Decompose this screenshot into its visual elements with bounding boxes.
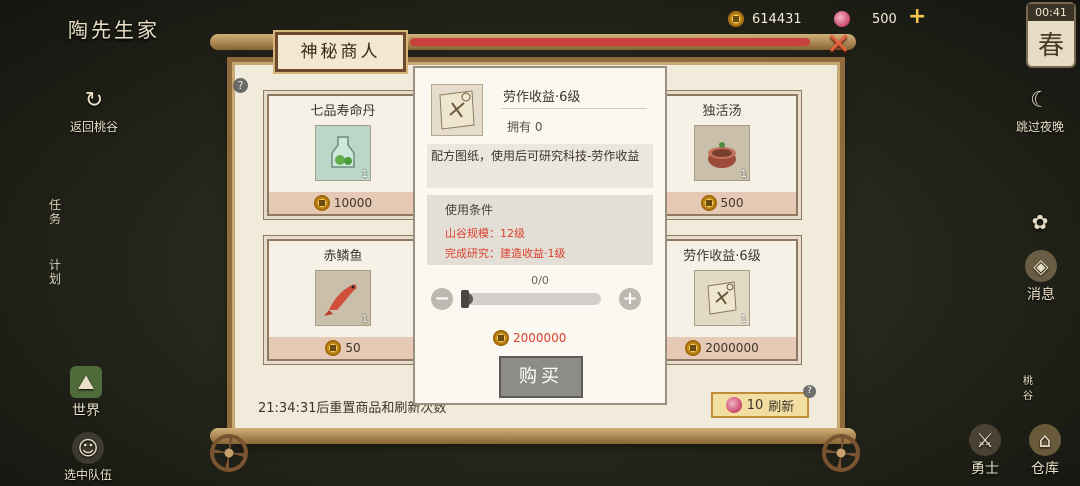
world-button[interactable]: ⛰ 世界 — [60, 366, 112, 420]
scroll-bottom-rod — [210, 428, 856, 444]
refresh-button[interactable]: 10 刷新 — [711, 392, 809, 418]
item-name: 独活汤 — [702, 104, 742, 119]
character-icon: ☺ — [72, 432, 104, 464]
help-icon[interactable]: ? — [233, 78, 248, 93]
blueprint-scroll-icon: 1 — [694, 270, 750, 326]
mountain-icon: ⛰ — [70, 366, 102, 398]
coin-icon — [728, 11, 744, 27]
refresh-info-icon[interactable]: ? — [803, 385, 816, 398]
hero-button[interactable]: ⚔ 勇士 — [960, 424, 1010, 478]
conditions-header: 使用条件 — [445, 203, 494, 217]
coin-icon — [685, 340, 702, 356]
season-clock[interactable]: 00:41 春 — [1026, 2, 1076, 68]
moon-icon: ☾ — [1030, 87, 1050, 113]
world-label: 世界 — [72, 403, 100, 419]
red-fish-icon: 1 — [315, 270, 371, 326]
close-icon[interactable]: ✕ — [826, 30, 851, 60]
warehouse-button[interactable]: ⌂ 仓库 — [1020, 424, 1070, 478]
peach-gem-icon — [834, 11, 850, 27]
price-value: 10000 — [333, 196, 373, 210]
herbal-soup-icon: 1 — [694, 125, 750, 181]
item-price: 500 — [648, 192, 796, 214]
item-quantity: 1 — [361, 314, 368, 325]
return-label: 返回桃谷 — [69, 120, 118, 134]
purchase-price: 2000000 — [493, 330, 566, 346]
gem-amount: 500 — [872, 11, 897, 27]
skip-night-label: 跳过夜晚 — [1015, 120, 1064, 134]
gold-display: 614431 — [728, 9, 802, 29]
shop-item-card[interactable]: 劳作收益·6级 1 2000000 — [646, 239, 798, 361]
item-name: 赤鳞鱼 — [323, 249, 363, 264]
player-name: 陶先生家 — [68, 18, 160, 42]
game-time: 00:41 — [1028, 4, 1074, 21]
price-value: 2000000 — [705, 341, 759, 355]
flower-icon: ✿ — [1031, 210, 1049, 234]
return-arrow-icon: ↻ — [84, 87, 104, 113]
season-label: 春 — [1037, 31, 1064, 61]
item-price: 50 — [269, 337, 417, 359]
popup-title: 劳作收益·6级 — [503, 90, 581, 105]
owned-count: 拥有 0 — [507, 120, 543, 134]
refresh-label: 刷新 — [768, 399, 795, 415]
price-value: 500 — [720, 196, 744, 210]
gem-display: 500 — [834, 9, 897, 29]
coin-icon — [325, 340, 342, 356]
hero-label: 勇士 — [971, 461, 999, 477]
peach-tab[interactable]: 桃谷 — [1020, 372, 1036, 402]
left-wheel-icon — [210, 434, 248, 472]
decrease-button[interactable]: − — [431, 288, 453, 310]
condition-research: 完成研究：建造收益·1级 — [445, 247, 566, 260]
item-quantity: 1 — [361, 169, 368, 180]
coin-icon — [493, 330, 509, 346]
shop-item-card[interactable]: 独活汤 1 500 — [646, 94, 798, 216]
item-quantity: 1 — [740, 169, 747, 180]
pill-bottle-icon: 1 — [315, 125, 371, 181]
slider-handle[interactable] — [461, 290, 469, 308]
right-wheel-icon — [822, 434, 860, 472]
hero-icon: ⚔ — [969, 424, 1001, 456]
item-price: 10000 — [269, 192, 417, 214]
team-label: 选中队伍 — [63, 468, 112, 482]
plan-tab[interactable]: 计划 — [48, 258, 62, 286]
shop-item-card[interactable]: 赤鳞鱼 1 50 — [267, 239, 419, 361]
item-quantity: 1 — [740, 314, 747, 325]
buy-button[interactable]: 购买 — [499, 356, 583, 398]
gold-amount: 614431 — [752, 11, 802, 27]
price-value: 50 — [345, 341, 361, 355]
task-tab[interactable]: 任务 — [48, 198, 62, 226]
blueprint-scroll-icon — [431, 84, 483, 136]
refresh-count: 10 — [746, 397, 764, 413]
increase-button[interactable]: + — [619, 288, 641, 310]
red-ribbon — [410, 38, 810, 46]
condition-valley-scale: 山谷规模：12级 — [445, 227, 525, 240]
return-button[interactable]: ↻ 返回桃谷 — [66, 84, 122, 135]
conditions-box: 使用条件 山谷规模：12级 完成研究：建造收益·1级 — [427, 195, 653, 265]
shop-item-card[interactable]: 七品寿命丹 1 10000 — [267, 94, 419, 216]
flower-button[interactable]: ✿ — [1022, 206, 1058, 240]
skip-night-button[interactable]: ☾ 跳过夜晚 — [1012, 84, 1068, 135]
news-button[interactable]: ◈ 消息 — [1016, 250, 1066, 304]
divider — [501, 108, 647, 109]
item-name: 劳作收益·6级 — [683, 249, 761, 264]
coin-icon — [313, 195, 330, 211]
bell-icon: ◈ — [1025, 250, 1057, 282]
news-label: 消息 — [1027, 287, 1055, 303]
item-price: 2000000 — [648, 337, 796, 359]
team-button[interactable]: ☺ 选中队伍 — [58, 432, 118, 483]
item-detail-popup: 劳作收益·6级 拥有 0 配方图纸，使用后可研究科技-劳作收益 使用条件 山谷规… — [413, 66, 667, 405]
warehouse-icon: ⌂ — [1029, 424, 1061, 456]
item-description: 配方图纸，使用后可研究科技-劳作收益 — [427, 144, 653, 188]
shop-title: 神秘商人 — [275, 32, 406, 72]
warehouse-label: 仓库 — [1031, 461, 1059, 477]
quantity-slider[interactable] — [461, 290, 601, 308]
add-currency-button[interactable]: + — [908, 6, 926, 28]
price-value: 2000000 — [513, 331, 567, 345]
item-name: 七品寿命丹 — [310, 104, 376, 119]
quantity-display: 0/0 — [531, 274, 549, 287]
coin-icon — [700, 195, 717, 211]
peach-gem-icon — [725, 397, 742, 413]
